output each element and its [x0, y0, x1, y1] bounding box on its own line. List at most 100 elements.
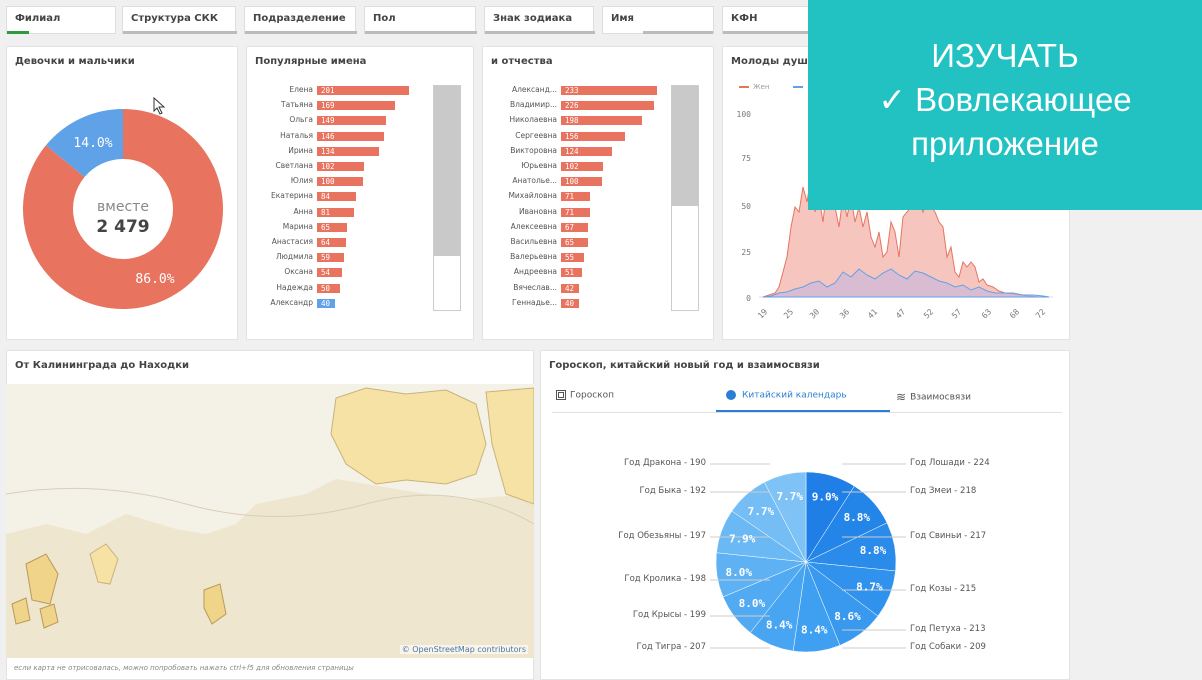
bar-label: Елена: [289, 85, 313, 94]
bar-label: Татьяна: [281, 100, 313, 110]
bar-value: 71: [565, 207, 575, 217]
bar-value: 55: [565, 253, 575, 263]
filter-label: Пол: [373, 13, 396, 24]
bar-value: 226: [565, 101, 579, 111]
tab-chinese-calendar[interactable]: Китайский календарь: [726, 390, 847, 401]
bar-label: Юрьевна: [521, 161, 557, 170]
bar-value: 67: [565, 222, 575, 232]
tab-divider: [552, 412, 1062, 413]
tab-relations[interactable]: ≋ Взаимосвязи: [896, 390, 971, 404]
relations-icon: ≋: [896, 390, 907, 404]
bar-label: Оксана: [284, 267, 313, 277]
pie-category-label: Год Петуха - 213: [910, 624, 986, 634]
pie-pct-label: 8.6%: [834, 610, 861, 623]
bar-value: 233: [565, 86, 579, 95]
chinese-calendar-pie[interactable]: 9.0%8.8%8.8%8.7%8.6%8.4%8.4%8.0%8.0%7.9%…: [540, 420, 1070, 670]
bar-label: Александ...: [511, 85, 557, 94]
pie-pct-label: 8.4%: [766, 618, 793, 631]
scrollbar[interactable]: [433, 85, 461, 311]
pie-pct-label: 8.0%: [739, 597, 766, 610]
bar-value: 156: [565, 131, 579, 141]
bar-value: 198: [565, 116, 579, 126]
bar-label: Марина: [282, 221, 313, 231]
bar-label: Николаевна: [509, 115, 557, 125]
filter-branch[interactable]: Филиал: [6, 6, 116, 34]
pie-category-label: Год Быка - 192: [639, 486, 706, 496]
bar-label: Вячеслав...: [513, 282, 557, 292]
x-tick: 25: [782, 307, 795, 320]
pie-category-label: Год Дракона - 190: [623, 458, 706, 468]
bar-label: Людмила: [275, 252, 313, 262]
pie-category-label: Год Свиньи - 217: [910, 531, 987, 541]
bar-label: Сергеевна: [515, 130, 557, 140]
patronymics-panel: и отчества Александ... 233 Владимир... 226 Н…: [482, 46, 714, 340]
bar-label: Ивановна: [518, 206, 557, 216]
panel-title: От Калининграда до Находки: [15, 360, 190, 371]
filter-label: Имя: [611, 13, 634, 24]
bar-label: Юлия: [290, 176, 313, 186]
x-tick: 36: [838, 307, 851, 320]
bar-label: Геннадье...: [512, 297, 557, 307]
bar-label: Ольга: [289, 115, 313, 125]
bar-label: Наталья: [280, 130, 313, 140]
bar-label: Анастасия: [271, 237, 313, 246]
bar-value: 51: [565, 268, 575, 278]
pie-pct-label: 8.0%: [725, 566, 752, 579]
pie-category-label: Год Собаки - 209: [910, 642, 986, 652]
pie-icon: [726, 390, 736, 400]
bar-label: Ирина: [288, 145, 313, 155]
pie-pct-label: 7.9%: [729, 532, 756, 545]
scrollbar-thumb[interactable]: [434, 86, 460, 256]
gender-donut-panel: Девочки и мальчики вместе 2 479 14.0% 86…: [6, 46, 238, 340]
bar-value: 149: [321, 116, 335, 126]
donut-center-value: 2 479: [96, 217, 149, 237]
bar-value: 146: [321, 131, 335, 141]
map-attribution[interactable]: © OpenStreetMap contributors: [399, 645, 528, 654]
promo-line-2: ✓ Вовлекающее: [878, 81, 1132, 118]
bar-value: 65: [565, 238, 575, 247]
x-tick: 19: [756, 307, 769, 320]
bar-value: 40: [565, 298, 575, 308]
bar-label: Алексеевна: [510, 221, 557, 231]
y-tick: 0: [746, 294, 751, 303]
bar-label: Андреевна: [513, 267, 557, 277]
bar-value: 169: [321, 101, 335, 111]
filter-label: Структура СКК: [131, 13, 218, 24]
bar-value: 40: [321, 298, 331, 308]
donut-center-label: вместе: [97, 199, 149, 215]
region-shape: [330, 387, 487, 485]
pie-category-label: Год Лошади - 224: [910, 458, 990, 468]
filter-structure[interactable]: Структура СКК: [122, 6, 237, 34]
gender-donut-chart[interactable]: вместе 2 479 14.0% 86.0%: [7, 47, 238, 340]
pie-pct-label: 8.7%: [856, 581, 883, 594]
filter-name[interactable]: Имя: [602, 6, 714, 34]
bar-label: Владимир...: [509, 100, 557, 110]
bar-value: 71: [565, 192, 575, 202]
pie-pct-label: 9.0%: [812, 491, 839, 504]
bar-value: 124: [565, 146, 579, 156]
x-tick: 52: [922, 307, 935, 320]
pie-category-label: Год Тигра - 207: [636, 642, 706, 652]
donut-pct-female-label: 14.0%: [73, 136, 112, 151]
promo-line-1: ИЗУЧАТЬ: [931, 37, 1079, 74]
bar-value: 65: [321, 222, 331, 232]
pie-pct-label: 8.4%: [801, 623, 828, 636]
filter-zodiac[interactable]: Знак зодиака: [484, 6, 595, 34]
x-tick: 72: [1034, 307, 1047, 320]
pie-category-label: Год Крысы - 199: [632, 610, 706, 620]
bar-value: 50: [321, 283, 331, 293]
bar-label: Анна: [293, 206, 313, 216]
scrollbar-thumb[interactable]: [672, 86, 698, 206]
russia-map[interactable]: © OpenStreetMap contributors: [6, 384, 534, 658]
filter-label: Подразделение: [253, 13, 346, 24]
x-tick: 41: [866, 307, 879, 320]
bar-label: Александр: [270, 297, 313, 307]
tab-horoscope[interactable]: Гороскоп: [556, 390, 614, 401]
filter-gender[interactable]: Пол: [364, 6, 477, 34]
filter-kfn[interactable]: КФН: [722, 6, 813, 34]
scrollbar[interactable]: [671, 85, 699, 311]
filter-department[interactable]: Подразделение: [244, 6, 357, 34]
bar-value: 102: [565, 162, 579, 171]
bar-label: Анатолье...: [512, 176, 557, 186]
bar-value: 134: [321, 146, 335, 156]
